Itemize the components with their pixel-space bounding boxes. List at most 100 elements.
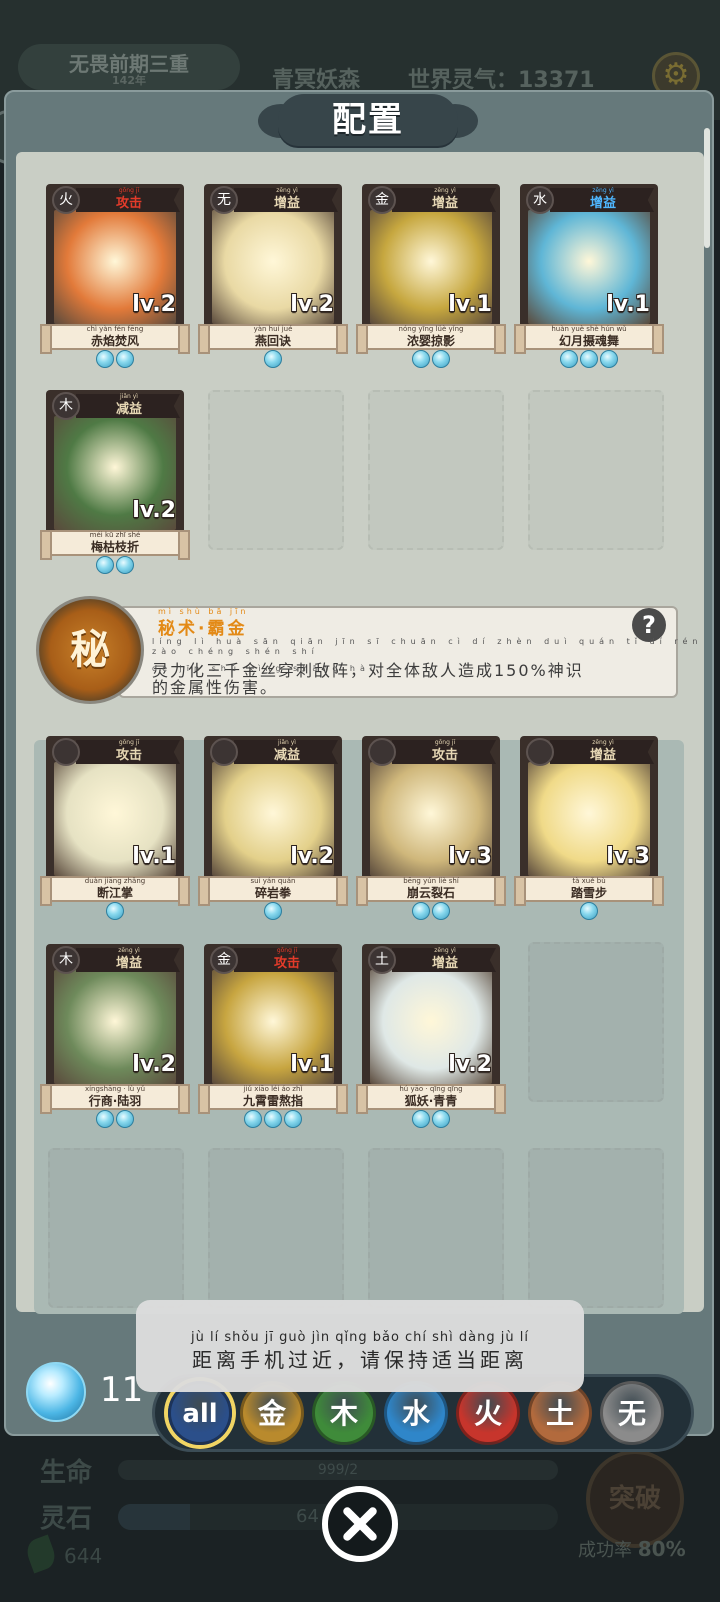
gem-icon: [264, 1110, 282, 1128]
gem-icon: [116, 350, 134, 368]
skill-card[interactable]: gōng jī 攻击 lv.1 duàn jiāng zhǎng 断江掌: [40, 734, 190, 920]
card-gems: [44, 556, 186, 574]
card-name: 踏雪步: [570, 886, 607, 900]
card-type-pinyin: gōng jī: [118, 187, 140, 194]
card-name: 狐妖·青青: [404, 1094, 458, 1108]
secret-desc-pinyin-1: líng lì huà sān qiān jīn sī chuān cì dí …: [152, 637, 703, 656]
card-level: lv.1: [290, 1052, 334, 1077]
card-type-pinyin: zēng yì: [118, 947, 140, 954]
card-type: 攻击: [115, 748, 142, 763]
card-type-pinyin: gōng jī: [434, 739, 456, 746]
secret-skill-title: 秘术·霸金: [158, 619, 248, 639]
filter-element-button[interactable]: 无: [600, 1381, 664, 1445]
gem-icon: [96, 350, 114, 368]
card-type: 攻击: [273, 956, 300, 971]
gem-icon: [116, 1110, 134, 1128]
empty-inventory-slot[interactable]: [48, 1148, 184, 1308]
skill-card[interactable]: zēng yì 增益土 lv.2 hú yāo · qīng qīng 狐妖·青青: [356, 942, 506, 1128]
empty-inventory-slot[interactable]: [368, 1148, 504, 1308]
skill-card[interactable]: zēng yì 增益无 lv.2 yàn huí jué 燕回诀: [198, 182, 348, 368]
realm-badge: 无畏前期三重 142年: [18, 44, 240, 90]
game-screen: 无畏前期三重 142年 青冥妖森 世界灵气：13371 ⚙ 生命 999/2 灵石…: [0, 0, 720, 1602]
card-type: 增益: [589, 196, 616, 211]
gem-icon: [432, 902, 450, 920]
empty-inventory-slot[interactable]: [528, 942, 664, 1102]
close-button[interactable]: [322, 1486, 398, 1562]
empty-equip-slot[interactable]: [368, 390, 504, 550]
water-icon: 水: [526, 186, 554, 214]
card-name: 行商·陆羽: [88, 1094, 142, 1108]
card-level: lv.2: [132, 498, 176, 523]
panel-title: 配置: [332, 100, 404, 140]
card-level: lv.2: [448, 1052, 492, 1077]
skill-card[interactable]: jiǎn yì 减益 lv.2 suì yán quán 碎岩拳: [198, 734, 348, 920]
spirit-gem-icon: [26, 1362, 86, 1422]
skill-card[interactable]: gōng jī 攻击 lv.3 bēng yún liè shí 崩云裂石: [356, 734, 506, 920]
card-type-pinyin: gōng jī: [118, 739, 140, 746]
card-type: 攻击: [115, 196, 142, 211]
gem-icon: [412, 1110, 430, 1128]
card-name: 幻月摄魂舞: [558, 334, 619, 348]
empty-inventory-slot[interactable]: [208, 1148, 344, 1308]
scrollbar[interactable]: [704, 128, 710, 248]
card-level: lv.1: [606, 292, 650, 317]
card-level: lv.2: [290, 844, 334, 869]
card-type: 增益: [431, 956, 458, 971]
card-type: 减益: [273, 748, 300, 763]
wood-icon: 木: [52, 392, 80, 420]
card-name: 浓婴掠影: [406, 334, 455, 348]
gem-icon: [264, 902, 282, 920]
skill-card[interactable]: gōng jī 攻击金 lv.1 jiǔ xiāo léi áo zhǐ 九霄雷熬指: [198, 942, 348, 1128]
gem-icon: [244, 1110, 262, 1128]
metal-icon: 金: [368, 186, 396, 214]
empty-inventory-slot[interactable]: [528, 1148, 664, 1308]
card-type: 增益: [273, 196, 300, 211]
gem-icon: [432, 350, 450, 368]
card-gems: [202, 1110, 344, 1128]
gem-icon: [560, 350, 578, 368]
gem-icon: [264, 350, 282, 368]
card-gems: [202, 902, 344, 920]
gem-icon: [96, 1110, 114, 1128]
card-name: 梅枯枝折: [90, 540, 139, 554]
card-gems: [44, 902, 186, 920]
card-level: lv.3: [606, 844, 650, 869]
realm-sub: 142年: [112, 74, 146, 87]
card-name: 赤焰焚风: [90, 334, 139, 348]
secret-desc-text-2: 的金属性伤害。: [152, 678, 279, 697]
empty-equip-slot[interactable]: [208, 390, 344, 550]
skill-card[interactable]: zēng yì 增益水 lv.1 huàn yuè shè hún wǔ 幻月摄魂舞: [514, 182, 664, 368]
card-gems: [518, 350, 660, 368]
locked-icon: [368, 738, 396, 766]
wood-icon: 木: [52, 946, 80, 974]
life-label: 生命: [40, 1458, 93, 1488]
card-name: 九霄雷熬指: [242, 1094, 303, 1108]
empty-equip-slot[interactable]: [528, 390, 664, 550]
card-type: 减益: [115, 402, 142, 417]
skill-card[interactable]: jiǎn yì 减益木 lv.2 méi kū zhī shé 梅枯枝折: [40, 388, 190, 574]
gem-icon: [412, 350, 430, 368]
gem-icon: [580, 902, 598, 920]
skill-card[interactable]: gōng jī 攻击火 lv.2 chì yàn fén fēng 赤焰焚风: [40, 182, 190, 368]
skill-card[interactable]: zēng yì 增益木 lv.2 xíngshāng · lù yǔ 行商·陆羽: [40, 942, 190, 1128]
card-type-pinyin: zēng yì: [434, 947, 456, 954]
toast-text: 距离手机过近，请保持适当距离: [192, 1348, 528, 1372]
card-level: lv.2: [132, 1052, 176, 1077]
secret-desc-pinyin-2: de jīn shǔ xìng shāng hài: [152, 664, 378, 673]
stone-bar-fill: [118, 1504, 190, 1530]
gem-icon: [600, 350, 618, 368]
breakthrough-button[interactable]: 突破: [586, 1450, 684, 1548]
card-gems: [44, 1110, 186, 1128]
skill-card[interactable]: zēng yì 增益金 lv.1 nóng yīng lüè yǐng 浓婴掠影: [356, 182, 506, 368]
none-icon: 无: [210, 186, 238, 214]
gem-icon: [116, 556, 134, 574]
card-gems: [44, 350, 186, 368]
card-type-pinyin: zēng yì: [276, 187, 298, 194]
card-type: 增益: [115, 956, 142, 971]
card-type-pinyin: jiǎn yì: [120, 393, 138, 400]
metal-icon: 金: [210, 946, 238, 974]
skill-card[interactable]: zēng yì 增益 lv.3 tà xuě bù 踏雪步: [514, 734, 664, 920]
gem-icon: [96, 556, 114, 574]
card-type: 攻击: [431, 748, 458, 763]
card-gems: [360, 1110, 502, 1128]
